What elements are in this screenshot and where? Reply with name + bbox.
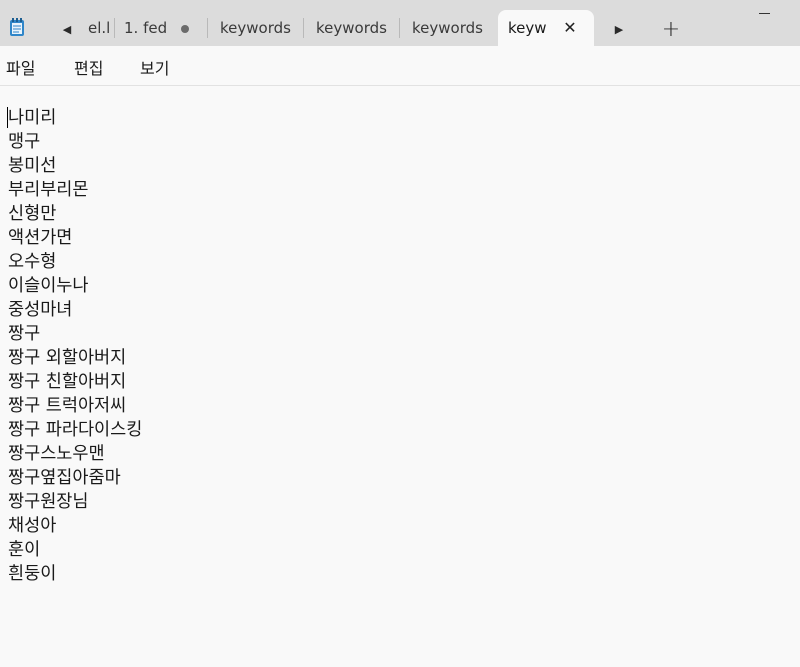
text-line: 채성아 <box>8 516 57 536</box>
menu-edit[interactable]: 편집 <box>72 55 105 79</box>
tab-label: keywords <box>508 19 546 37</box>
text-line: 흰둥이 <box>8 564 57 584</box>
menu-view[interactable]: 보기 <box>138 55 171 79</box>
chevron-right-icon: ▶ <box>614 22 624 36</box>
scroll-tabs-right-button[interactable]: ▶ <box>604 14 634 44</box>
plus-icon: + <box>661 16 681 42</box>
text-line: 나미리 <box>8 108 57 128</box>
tab-divider <box>207 18 208 38</box>
text-line: 짱구 친할아버지 <box>8 372 127 392</box>
text-editor[interactable]: 나미리 맹구 봉미선 부리부리몬 신형만 액션가면 오수형 이슬이누나 중성마녀… <box>0 86 800 667</box>
text-line: 봉미선 <box>8 156 57 176</box>
menu-file[interactable]: 파일 <box>4 55 37 79</box>
unsaved-dot-icon <box>181 25 189 33</box>
tab-5[interactable]: keywords <box>402 10 494 46</box>
text-line: 짱구 외할아버지 <box>8 348 127 368</box>
tab-label: keywords <box>412 19 483 37</box>
tab-active[interactable]: keywords ✕ <box>498 10 594 46</box>
text-line: 이슬이누나 <box>8 276 89 296</box>
tab-3[interactable]: keywords <box>210 10 302 46</box>
text-line: 맹구 <box>8 132 41 152</box>
tab-label: 1. fede <box>124 19 168 37</box>
text-line: 짱구원장님 <box>8 492 89 512</box>
menu-bar: 파일 편집 보기 <box>0 46 800 86</box>
tab-label: keywords <box>316 19 387 37</box>
text-line: 부리부리몬 <box>8 180 89 200</box>
notepad-icon <box>9 17 25 37</box>
tab-2[interactable]: 1. fede <box>116 10 204 46</box>
editor-lines: 나미리 맹구 봉미선 부리부리몬 신형만 액션가면 오수형 이슬이누나 중성마녀… <box>8 106 142 586</box>
chevron-left-icon: ◀ <box>62 22 72 36</box>
text-line: 짱구 <box>8 324 41 344</box>
tab-1[interactable]: el.l <box>84 10 112 46</box>
text-line: 짱구 트럭아저씨 <box>8 396 127 416</box>
text-line: 짱구옆집아줌마 <box>8 468 121 488</box>
text-line: 오수형 <box>8 252 57 272</box>
tab-4[interactable]: keywords <box>306 10 398 46</box>
new-tab-button[interactable]: + <box>656 14 686 44</box>
text-line: 신형만 <box>8 204 57 224</box>
text-line: 짱구 파라다이스킹 <box>8 420 143 440</box>
title-bar: ◀ el.l 1. fede keywords keywords keyword… <box>0 0 800 46</box>
text-line: 중성마녀 <box>8 300 73 320</box>
tab-divider <box>303 18 304 38</box>
text-line: 짱구스노우맨 <box>8 444 105 464</box>
tab-label: el.l <box>88 19 111 37</box>
text-line: 훈이 <box>8 540 41 560</box>
scroll-tabs-left-button[interactable]: ◀ <box>52 14 82 44</box>
tab-divider <box>114 18 115 38</box>
tab-divider <box>399 18 400 38</box>
minimize-button[interactable] <box>744 0 784 28</box>
text-line: 액션가면 <box>8 228 73 248</box>
tab-label: keywords <box>220 19 291 37</box>
close-tab-icon[interactable]: ✕ <box>560 17 580 37</box>
minimize-icon <box>758 12 770 14</box>
